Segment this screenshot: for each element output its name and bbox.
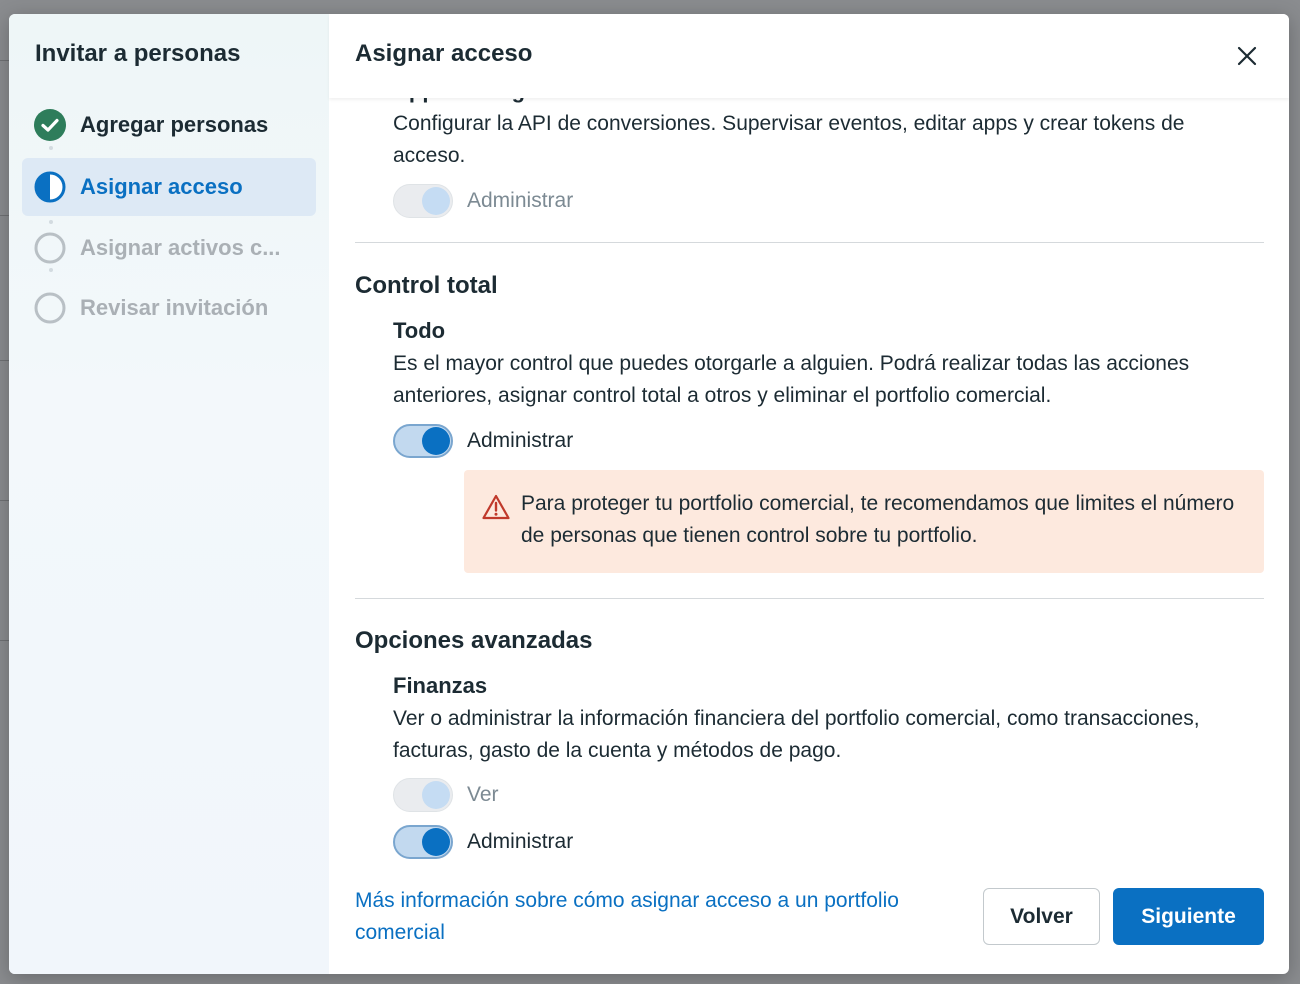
full-control-subtitle: Todo xyxy=(393,318,446,343)
advanced-options-title: Opciones avanzadas xyxy=(355,627,593,654)
step-assign-assets[interactable]: Asignar activos c... xyxy=(22,219,316,277)
step-connector xyxy=(49,268,53,272)
apps-manage-toggle[interactable] xyxy=(393,184,453,218)
apps-description: Configurar la API de conversiones. Super… xyxy=(393,112,1185,167)
finance-manage-toggle[interactable] xyxy=(393,825,453,859)
finance-view-toggle-row: Ver xyxy=(393,778,499,812)
wizard-title: Invitar a personas xyxy=(35,40,241,67)
full-control-toggle-row: Administrar xyxy=(393,424,573,458)
apps-manage-toggle-row: Administrar xyxy=(393,184,573,218)
warning-banner: Para proteger tu portfolio comercial, te… xyxy=(464,470,1264,573)
invite-people-modal: Invitar a personas Agregar personas Asig… xyxy=(9,14,1289,974)
half-circle-icon xyxy=(34,171,66,203)
step-connector xyxy=(49,146,53,150)
next-button[interactable]: Siguiente xyxy=(1113,888,1264,945)
step-label: Asignar activos c... xyxy=(80,235,281,260)
full-control-description: Es el mayor control que puedes otorgarle… xyxy=(393,352,1190,407)
close-button[interactable] xyxy=(1233,42,1261,70)
toggle-label: Administrar xyxy=(467,429,574,452)
empty-circle-icon xyxy=(34,232,66,264)
step-review-invite[interactable]: Revisar invitación xyxy=(22,279,316,337)
step-label: Revisar invitación xyxy=(80,295,269,320)
toggle-label: Administrar xyxy=(467,189,574,212)
warning-triangle-icon xyxy=(482,494,510,520)
toggle-label: Administrar xyxy=(467,830,574,853)
step-label: Asignar acceso xyxy=(80,174,243,199)
section-divider xyxy=(355,242,1264,243)
step-assign-access[interactable]: Asignar acceso xyxy=(22,158,316,216)
step-add-people[interactable]: Agregar personas xyxy=(22,96,316,154)
dialog-header: Asignar acceso xyxy=(329,14,1289,98)
step-label: Agregar personas xyxy=(80,112,269,137)
finance-subtitle: Finanzas xyxy=(393,673,488,698)
scroll-content[interactable]: Apps e integraciones Configurar la API d… xyxy=(329,14,1289,974)
full-control-manage-toggle[interactable] xyxy=(393,424,453,458)
close-icon xyxy=(1237,46,1257,66)
finance-manage-toggle-row: Administrar xyxy=(393,825,573,859)
empty-circle-icon xyxy=(34,292,66,324)
back-button[interactable]: Volver xyxy=(983,888,1100,945)
full-control-title: Control total xyxy=(355,272,498,299)
toggle-label: Ver xyxy=(467,783,499,806)
section-divider xyxy=(355,598,1264,599)
help-link[interactable]: Más información sobre cómo asignar acces… xyxy=(355,885,975,949)
finance-view-toggle[interactable] xyxy=(393,778,453,812)
finance-description: Ver o administrar la información financi… xyxy=(393,707,1200,762)
dialog-title: Asignar acceso xyxy=(355,40,533,67)
wizard-sidebar: Invitar a personas Agregar personas Asig… xyxy=(9,14,329,974)
check-circle-icon xyxy=(34,109,66,141)
warning-text: Para proteger tu portfolio comercial, te… xyxy=(521,492,1235,547)
assign-access-panel: Apps e integraciones Configurar la API d… xyxy=(329,14,1289,974)
